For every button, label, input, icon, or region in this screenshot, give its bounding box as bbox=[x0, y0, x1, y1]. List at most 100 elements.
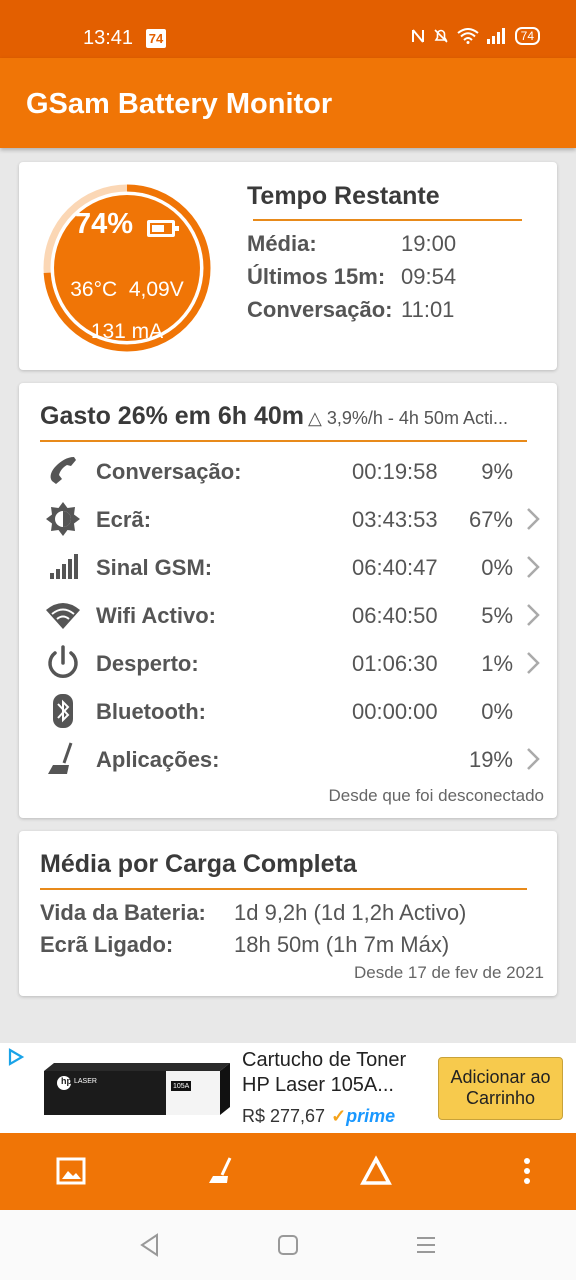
usage-row-call: Conversação: 00:19:58 9% bbox=[19, 447, 557, 495]
row-label: Ecrã: bbox=[96, 507, 152, 532]
status-bar: 13:41 74 74 bbox=[0, 0, 576, 58]
usage-row-gsm[interactable]: Sinal GSM: 06:40:47 0% bbox=[19, 543, 557, 591]
chevron-right-icon[interactable] bbox=[525, 603, 541, 627]
brightness-icon bbox=[46, 502, 80, 536]
image-icon[interactable] bbox=[55, 1155, 87, 1187]
prime-logo: prime bbox=[346, 1106, 396, 1126]
row-label: Aplicações: bbox=[96, 747, 220, 772]
row-percent: 9% bbox=[481, 459, 513, 484]
row-label: Média: bbox=[247, 231, 317, 256]
app-title: GSam Battery Monitor bbox=[26, 88, 333, 120]
chevron-right-icon[interactable] bbox=[525, 555, 541, 579]
row-label: Ecrã Ligado: bbox=[40, 932, 174, 957]
current-draw: 131 mA bbox=[90, 320, 164, 343]
row-time: 06:40:50 bbox=[352, 603, 438, 628]
toner-product-image[interactable] bbox=[44, 1057, 230, 1119]
usage-row-wifi[interactable]: Wifi Activo: 06:40:50 5% bbox=[19, 591, 557, 639]
time-remaining-row: Conversação: 11:01 bbox=[247, 297, 454, 323]
status-icons: 74 bbox=[411, 27, 540, 45]
chevron-right-icon[interactable] bbox=[525, 651, 541, 675]
row-value: 19:00 bbox=[401, 231, 457, 256]
time-remaining-row: Últimos 15m: 09:54 bbox=[247, 264, 456, 290]
signal-icon bbox=[50, 554, 78, 579]
time-remaining-title: Tempo Restante bbox=[247, 182, 440, 210]
ad-price: R$ 277,67 ✓prime bbox=[242, 1106, 395, 1127]
row-label: Conversação: bbox=[247, 297, 393, 322]
bottom-action-bar bbox=[0, 1133, 576, 1210]
row-value: 1d 9,2h (1d 1,2h Activo) bbox=[234, 900, 467, 925]
row-time: 01:06:30 bbox=[352, 651, 438, 676]
product-code: 105A bbox=[173, 1083, 190, 1090]
ad-product-title[interactable]: Cartucho de Toner HP Laser 105A... bbox=[242, 1048, 432, 1098]
row-label: Conversação: bbox=[96, 459, 242, 484]
delta-icon[interactable] bbox=[360, 1155, 392, 1187]
average-card: Média por Carga Completa Vida da Bateria… bbox=[19, 831, 557, 996]
mute-bell-icon bbox=[434, 29, 448, 43]
average-footer: Desde 17 de fev de 2021 bbox=[354, 963, 544, 982]
row-time: 03:43:53 bbox=[352, 507, 438, 532]
back-icon[interactable] bbox=[137, 1232, 163, 1258]
product-line: LASER bbox=[74, 1078, 97, 1085]
row-label: Vida da Bateria: bbox=[40, 900, 206, 925]
row-label: Desperto: bbox=[96, 651, 199, 676]
battery-summary-card[interactable]: 74% 36°C 4,09V 131 mA Tempo Restante Méd… bbox=[19, 162, 557, 370]
row-time: 00:00:00 bbox=[352, 699, 438, 724]
row-percent: 67% bbox=[468, 507, 513, 532]
average-title: Média por Carga Completa bbox=[40, 850, 357, 878]
chevron-right-icon[interactable] bbox=[525, 747, 541, 771]
more-vert-icon[interactable] bbox=[511, 1155, 543, 1187]
system-nav-bar bbox=[0, 1210, 576, 1280]
row-percent: 0% bbox=[481, 555, 513, 580]
broom-icon[interactable] bbox=[206, 1155, 238, 1187]
divider bbox=[40, 440, 527, 442]
row-label: Bluetooth: bbox=[96, 699, 206, 724]
row-label: Wifi Activo: bbox=[96, 603, 216, 628]
ad-banner[interactable]: hp LASER 105A Cartucho de Toner HP Laser… bbox=[0, 1043, 576, 1133]
usage-row-awake[interactable]: Desperto: 01:06:30 1% bbox=[19, 639, 557, 687]
adchoices-icon[interactable] bbox=[6, 1047, 26, 1067]
signal-status-icon bbox=[486, 28, 505, 44]
notification-badge: 74 bbox=[146, 29, 166, 48]
usage-row-apps[interactable]: Aplicações: 19% bbox=[19, 735, 557, 783]
chevron-right-icon[interactable] bbox=[525, 507, 541, 531]
product-brand: hp bbox=[61, 1076, 72, 1086]
divider bbox=[253, 219, 522, 221]
wifi-icon bbox=[46, 603, 80, 629]
row-time: 00:19:58 bbox=[352, 459, 438, 484]
add-to-cart-button[interactable]: Adicionar ao Carrinho bbox=[438, 1057, 563, 1120]
row-percent: 0% bbox=[481, 699, 513, 724]
bluetooth-icon bbox=[53, 694, 73, 728]
phone-icon bbox=[50, 457, 76, 484]
average-row: Ecrã Ligado: 18h 50m (1h 7m Máx) bbox=[40, 932, 449, 958]
battery-gauge: 74% 36°C 4,09V 131 mA bbox=[39, 180, 215, 356]
time-remaining-row: Média: 19:00 bbox=[247, 231, 456, 257]
nfc-icon bbox=[411, 29, 424, 43]
row-percent: 5% bbox=[481, 603, 513, 628]
divider bbox=[40, 888, 527, 890]
usage-card: Gasto 26% em 6h 40m △ 3,9%/h - 4h 50m Act… bbox=[19, 383, 557, 818]
row-percent: 1% bbox=[481, 651, 513, 676]
wifi-status-icon bbox=[457, 28, 479, 44]
usage-rate: △ 3,9%/h - 4h 50m Acti... bbox=[308, 408, 508, 428]
battery-icon bbox=[147, 220, 179, 237]
battery-status: 74 bbox=[514, 27, 540, 45]
row-label: Sinal GSM: bbox=[96, 555, 213, 580]
average-row: Vida da Bateria: 1d 9,2h (1d 1,2h Activo) bbox=[40, 900, 466, 926]
row-time: 06:40:47 bbox=[352, 555, 438, 580]
row-percent: 19% bbox=[468, 747, 513, 772]
menu-icon[interactable] bbox=[413, 1232, 439, 1258]
usage-row-screen[interactable]: Ecrã: 03:43:53 67% bbox=[19, 495, 557, 543]
row-value: 11:01 bbox=[401, 297, 455, 322]
row-label: Últimos 15m: bbox=[247, 264, 386, 289]
price-value: R$ 277,67 bbox=[242, 1106, 326, 1126]
battery-percent: 74% bbox=[75, 208, 134, 240]
usage-footer: Desde que foi desconectado bbox=[328, 786, 545, 805]
usage-row-bluetooth: Bluetooth: 00:00:00 0% bbox=[19, 687, 557, 735]
temperature-voltage: 36°C 4,09V bbox=[70, 278, 184, 301]
home-icon[interactable] bbox=[275, 1232, 301, 1258]
status-time: 13:41 bbox=[83, 27, 134, 49]
usage-headline: Gasto 26% em 6h 40m △ 3,9%/h - 4h 50m Act… bbox=[40, 402, 508, 431]
row-value: 18h 50m (1h 7m Máx) bbox=[234, 932, 450, 957]
prime-check-icon: ✓ bbox=[331, 1106, 347, 1126]
app-bar: GSam Battery Monitor bbox=[0, 58, 576, 148]
